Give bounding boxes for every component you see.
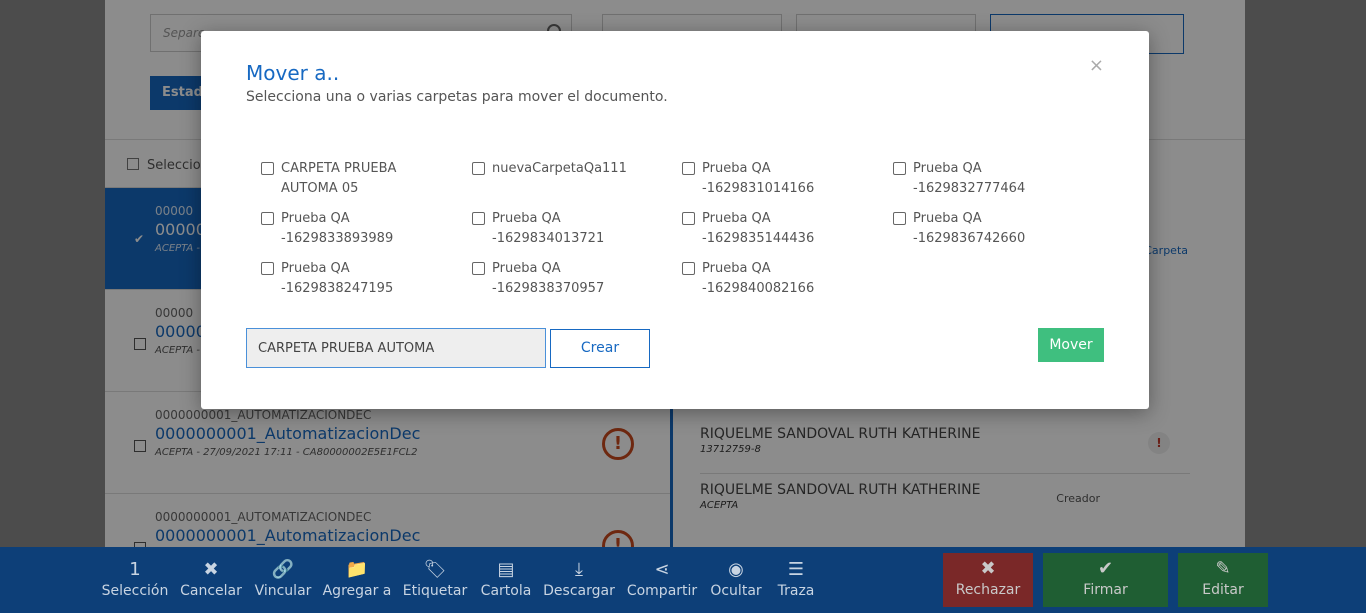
folder-name: CARPETA PRUEBA (281, 161, 397, 176)
sign-label: Firmar (1083, 582, 1128, 598)
folder-id: -1629833893989 (281, 231, 394, 246)
folder-name: Prueba QA (702, 161, 771, 176)
cartola-icon: ▤ (497, 559, 515, 580)
action-toolbar: 1 Selección ✖ Cancelar 🔗 Vincular 📁 Agregar a 🏷 E… (0, 547, 1366, 613)
folder-checkbox[interactable] (472, 212, 485, 225)
tag-label: Etiquetar (402, 583, 468, 599)
link-icon: 🔗 (271, 559, 295, 580)
folder-checkbox[interactable] (472, 162, 485, 175)
folder-option[interactable]: Prueba QA -1629840082166 (682, 259, 882, 299)
folder-id: -1629838247195 (281, 281, 394, 296)
folder-name: Prueba QA (913, 161, 982, 176)
toolbar-download-button[interactable]: ⤓ Descargar (539, 547, 619, 613)
edit-label: Editar (1202, 582, 1244, 598)
close-icon[interactable]: × (1089, 55, 1104, 76)
download-icon: ⤓ (575, 559, 583, 580)
download-label: Descargar (543, 583, 615, 599)
folder-option[interactable]: Prueba QA -1629838370957 (472, 259, 672, 299)
folder-option[interactable]: Prueba QA -1629836742660 (893, 209, 1093, 249)
folder-option[interactable]: Prueba QA -1629838247195 (261, 259, 461, 299)
folder-option[interactable]: Prueba QA -1629831014166 (682, 159, 882, 199)
folder-name: Prueba QA (702, 261, 771, 276)
edit-button[interactable]: ✎ Editar (1178, 553, 1268, 607)
folder-checkbox[interactable] (682, 212, 695, 225)
folder-id: -1629838370957 (492, 281, 605, 296)
folder-checkbox[interactable] (261, 262, 274, 275)
selection-count-icon: 1 (129, 559, 141, 580)
folder-option[interactable]: CARPETA PRUEBA AUTOMA 05 (261, 159, 461, 199)
move-to-modal: Mover a.. Selecciona una o varias carpet… (201, 31, 1149, 409)
folder-checkbox[interactable] (261, 162, 274, 175)
close-icon: ✖ (980, 558, 996, 579)
reject-button[interactable]: ✖ Rechazar (943, 553, 1033, 607)
add-to-icon: 📁 (345, 559, 369, 580)
trace-label: Traza (777, 583, 815, 599)
folder-checkbox[interactable] (893, 212, 906, 225)
folder-name: Prueba QA (492, 261, 561, 276)
folder-option[interactable]: Prueba QA -1629834013721 (472, 209, 672, 249)
folder-checkbox[interactable] (261, 212, 274, 225)
folder-checkbox[interactable] (472, 262, 485, 275)
folder-id: -1629840082166 (702, 281, 815, 296)
folder-id: AUTOMA 05 (281, 181, 359, 196)
folder-id: -1629831014166 (702, 181, 815, 196)
sign-button[interactable]: ✔ Firmar (1043, 553, 1168, 607)
folder-option[interactable]: Prueba QA -1629832777464 (893, 159, 1093, 199)
toolbar-link-button[interactable]: 🔗 Vincular (243, 547, 323, 613)
folder-checkbox[interactable] (682, 262, 695, 275)
cartola-label: Cartola (480, 583, 532, 599)
toolbar-share-button[interactable]: ⋖ Compartir (622, 547, 702, 613)
folder-id: -1629836742660 (913, 231, 1026, 246)
toolbar-add-to-button[interactable]: 📁 Agregar a (317, 547, 397, 613)
cancel-icon: ✖ (203, 559, 219, 580)
share-label: Compartir (626, 583, 698, 599)
modal-subtitle: Selecciona una o varias carpetas para mo… (246, 89, 668, 105)
folder-option[interactable]: nuevaCarpetaQa111 (472, 159, 672, 179)
folder-id: -1629835144436 (702, 231, 815, 246)
folder-option[interactable]: Prueba QA -1629835144436 (682, 209, 882, 249)
pencil-icon: ✎ (1215, 558, 1231, 579)
modal-title: Mover a.. (246, 61, 340, 85)
toolbar-selection-count-button[interactable]: 1 Selección (95, 547, 175, 613)
toolbar-cartola-button[interactable]: ▤ Cartola (466, 547, 546, 613)
folder-option[interactable]: Prueba QA -1629833893989 (261, 209, 461, 249)
folder-checkbox[interactable] (893, 162, 906, 175)
link-label: Vincular (254, 583, 312, 599)
selection-count-label: Selección (101, 583, 169, 599)
folder-name: nuevaCarpetaQa111 (492, 161, 627, 176)
folder-name: Prueba QA (702, 211, 771, 226)
folder-checkbox[interactable] (682, 162, 695, 175)
create-folder-button[interactable]: Crear (550, 329, 650, 368)
folder-name: Prueba QA (492, 211, 561, 226)
toolbar-trace-button[interactable]: ☰ Traza (756, 547, 836, 613)
check-icon: ✔ (1097, 558, 1114, 579)
tag-icon: 🏷 (423, 559, 447, 580)
folder-id: -1629832777464 (913, 181, 1026, 196)
new-folder-input[interactable] (246, 328, 546, 368)
toolbar-cancel-button[interactable]: ✖ Cancelar (171, 547, 251, 613)
folder-name: Prueba QA (913, 211, 982, 226)
share-icon: ⋖ (654, 559, 670, 580)
folder-name: Prueba QA (281, 261, 350, 276)
toolbar-tag-button[interactable]: 🏷 Etiquetar (395, 547, 475, 613)
move-button[interactable]: Mover (1038, 328, 1104, 362)
folder-name: Prueba QA (281, 211, 350, 226)
trace-icon: ☰ (787, 559, 805, 580)
reject-label: Rechazar (955, 582, 1021, 598)
cancel-label: Cancelar (180, 583, 242, 599)
add-to-label: Agregar a (322, 583, 392, 599)
folder-id: -1629834013721 (492, 231, 605, 246)
